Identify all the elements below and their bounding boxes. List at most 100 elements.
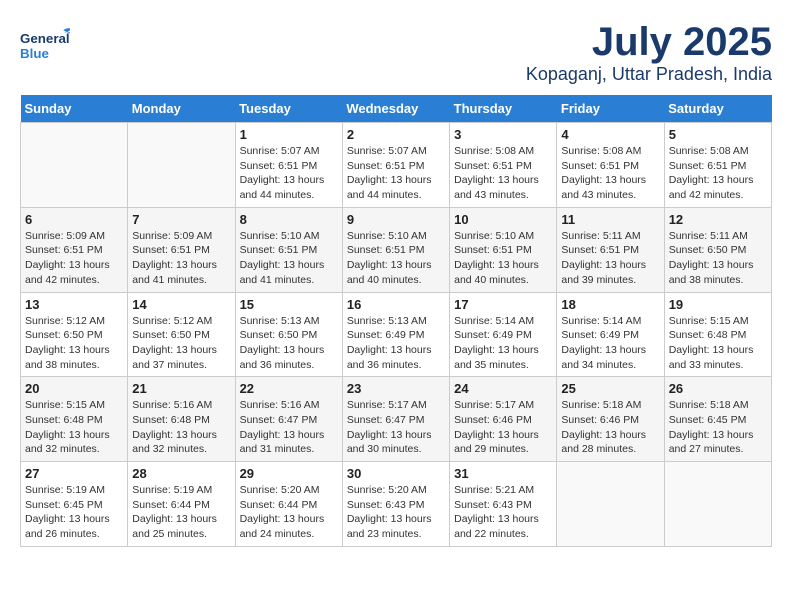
day-info: Sunrise: 5:18 AM Sunset: 6:46 PM Dayligh…	[561, 398, 659, 457]
calendar-week-row: 20 Sunrise: 5:15 AM Sunset: 6:48 PM Dayli…	[21, 377, 772, 462]
calendar-cell: 27Sunrise: 5:19 AM Sunset: 6:45 PM Dayli…	[21, 462, 128, 547]
day-number: 9	[347, 212, 445, 227]
day-info: Sunrise: 5:07 AM Sunset: 6:51 PM Dayligh…	[240, 144, 338, 203]
day-number: 16	[347, 297, 445, 312]
day-number: 7	[132, 212, 230, 227]
day-number: 15	[240, 297, 338, 312]
day-number: 6	[25, 212, 123, 227]
day-number: 25	[561, 381, 659, 396]
calendar-cell: 11 Sunrise: 5:11 AM Sunset: 6:51 PM Dayli…	[557, 207, 664, 292]
day-number: 2	[347, 127, 445, 142]
day-number: 26	[669, 381, 767, 396]
calendar-cell: 28 Sunrise: 5:19 AM Sunset: 6:44 PM Dayli…	[128, 462, 235, 547]
day-info: Sunrise: 5:20 AM Sunset: 6:44 PM Dayligh…	[240, 483, 338, 542]
title-block: July 2025 Kopaganj, Uttar Pradesh, India	[526, 20, 772, 85]
weekday-header: Wednesday	[342, 95, 449, 123]
day-number: 19	[669, 297, 767, 312]
day-number: 29	[240, 466, 338, 481]
day-info: Sunrise: 5:08 AM Sunset: 6:51 PM Dayligh…	[669, 144, 767, 203]
day-number: 22	[240, 381, 338, 396]
location-title: Kopaganj, Uttar Pradesh, India	[526, 64, 772, 85]
day-info: Sunrise: 5:15 AM Sunset: 6:48 PM Dayligh…	[25, 398, 123, 457]
day-number: 31	[454, 466, 552, 481]
day-info: Sunrise: 5:11 AM Sunset: 6:51 PM Dayligh…	[561, 229, 659, 288]
calendar-week-row: 13 Sunrise: 5:12 AM Sunset: 6:50 PM Dayli…	[21, 292, 772, 377]
day-number: 17	[454, 297, 552, 312]
calendar-cell: 15 Sunrise: 5:13 AM Sunset: 6:50 PM Dayli…	[235, 292, 342, 377]
day-number: 18	[561, 297, 659, 312]
day-number: 30	[347, 466, 445, 481]
day-number: 10	[454, 212, 552, 227]
day-number: 14	[132, 297, 230, 312]
day-number: 12	[669, 212, 767, 227]
page-header: General Blue July 2025 Kopaganj, Uttar P…	[20, 20, 772, 85]
calendar-cell: 25 Sunrise: 5:18 AM Sunset: 6:46 PM Dayli…	[557, 377, 664, 462]
weekday-header: Tuesday	[235, 95, 342, 123]
day-number: 28	[132, 466, 230, 481]
calendar-cell	[21, 123, 128, 208]
day-number: 20	[25, 381, 123, 396]
calendar-cell: 14 Sunrise: 5:12 AM Sunset: 6:50 PM Dayli…	[128, 292, 235, 377]
day-info: Sunrise: 5:10 AM Sunset: 6:51 PM Dayligh…	[240, 229, 338, 288]
day-number: 13	[25, 297, 123, 312]
calendar-cell: 9 Sunrise: 5:10 AM Sunset: 6:51 PM Daylig…	[342, 207, 449, 292]
day-number: 23	[347, 381, 445, 396]
calendar-cell: 24 Sunrise: 5:17 AM Sunset: 6:46 PM Dayli…	[450, 377, 557, 462]
day-info: Sunrise: 5:13 AM Sunset: 6:50 PM Dayligh…	[240, 314, 338, 373]
day-info: Sunrise: 5:17 AM Sunset: 6:46 PM Dayligh…	[454, 398, 552, 457]
month-title: July 2025	[526, 20, 772, 64]
day-info: Sunrise: 5:12 AM Sunset: 6:50 PM Dayligh…	[132, 314, 230, 373]
calendar-cell: 12 Sunrise: 5:11 AM Sunset: 6:50 PM Dayli…	[664, 207, 771, 292]
calendar-cell: 21 Sunrise: 5:16 AM Sunset: 6:48 PM Dayli…	[128, 377, 235, 462]
day-info: Sunrise: 5:20 AM Sunset: 6:43 PM Dayligh…	[347, 483, 445, 542]
calendar-cell: 18 Sunrise: 5:14 AM Sunset: 6:49 PM Dayli…	[557, 292, 664, 377]
day-info: Sunrise: 5:17 AM Sunset: 6:47 PM Dayligh…	[347, 398, 445, 457]
calendar-cell: 2Sunrise: 5:07 AM Sunset: 6:51 PM Daylig…	[342, 123, 449, 208]
day-number: 1	[240, 127, 338, 142]
calendar-cell: 8 Sunrise: 5:10 AM Sunset: 6:51 PM Daylig…	[235, 207, 342, 292]
day-number: 11	[561, 212, 659, 227]
calendar-cell: 19 Sunrise: 5:15 AM Sunset: 6:48 PM Dayli…	[664, 292, 771, 377]
calendar-cell	[128, 123, 235, 208]
day-number: 24	[454, 381, 552, 396]
day-info: Sunrise: 5:08 AM Sunset: 6:51 PM Dayligh…	[561, 144, 659, 203]
calendar-cell: 23 Sunrise: 5:17 AM Sunset: 6:47 PM Dayli…	[342, 377, 449, 462]
day-info: Sunrise: 5:21 AM Sunset: 6:43 PM Dayligh…	[454, 483, 552, 542]
weekday-header: Saturday	[664, 95, 771, 123]
day-info: Sunrise: 5:10 AM Sunset: 6:51 PM Dayligh…	[347, 229, 445, 288]
calendar-cell: 16 Sunrise: 5:13 AM Sunset: 6:49 PM Dayli…	[342, 292, 449, 377]
weekday-header: Friday	[557, 95, 664, 123]
day-number: 21	[132, 381, 230, 396]
day-info: Sunrise: 5:13 AM Sunset: 6:49 PM Dayligh…	[347, 314, 445, 373]
calendar-week-row: 27Sunrise: 5:19 AM Sunset: 6:45 PM Dayli…	[21, 462, 772, 547]
day-info: Sunrise: 5:14 AM Sunset: 6:49 PM Dayligh…	[454, 314, 552, 373]
day-info: Sunrise: 5:15 AM Sunset: 6:48 PM Dayligh…	[669, 314, 767, 373]
calendar-cell: 20 Sunrise: 5:15 AM Sunset: 6:48 PM Dayli…	[21, 377, 128, 462]
day-info: Sunrise: 5:16 AM Sunset: 6:47 PM Dayligh…	[240, 398, 338, 457]
day-info: Sunrise: 5:09 AM Sunset: 6:51 PM Dayligh…	[132, 229, 230, 288]
day-info: Sunrise: 5:16 AM Sunset: 6:48 PM Dayligh…	[132, 398, 230, 457]
calendar-week-row: 6 Sunrise: 5:09 AM Sunset: 6:51 PM Daylig…	[21, 207, 772, 292]
calendar-cell: 31 Sunrise: 5:21 AM Sunset: 6:43 PM Dayli…	[450, 462, 557, 547]
day-info: Sunrise: 5:18 AM Sunset: 6:45 PM Dayligh…	[669, 398, 767, 457]
day-number: 4	[561, 127, 659, 142]
weekday-header: Sunday	[21, 95, 128, 123]
calendar-cell: 26 Sunrise: 5:18 AM Sunset: 6:45 PM Dayli…	[664, 377, 771, 462]
day-info: Sunrise: 5:19 AM Sunset: 6:44 PM Dayligh…	[132, 483, 230, 542]
calendar-cell: 7 Sunrise: 5:09 AM Sunset: 6:51 PM Daylig…	[128, 207, 235, 292]
calendar-cell	[664, 462, 771, 547]
calendar-cell: 10Sunrise: 5:10 AM Sunset: 6:51 PM Dayli…	[450, 207, 557, 292]
calendar-cell: 3Sunrise: 5:08 AM Sunset: 6:51 PM Daylig…	[450, 123, 557, 208]
day-number: 8	[240, 212, 338, 227]
calendar-cell	[557, 462, 664, 547]
calendar-cell: 22 Sunrise: 5:16 AM Sunset: 6:47 PM Dayli…	[235, 377, 342, 462]
day-number: 5	[669, 127, 767, 142]
day-info: Sunrise: 5:11 AM Sunset: 6:50 PM Dayligh…	[669, 229, 767, 288]
day-info: Sunrise: 5:14 AM Sunset: 6:49 PM Dayligh…	[561, 314, 659, 373]
day-info: Sunrise: 5:12 AM Sunset: 6:50 PM Dayligh…	[25, 314, 123, 373]
day-info: Sunrise: 5:08 AM Sunset: 6:51 PM Dayligh…	[454, 144, 552, 203]
weekday-header: Thursday	[450, 95, 557, 123]
weekday-header: Monday	[128, 95, 235, 123]
calendar-cell: 30 Sunrise: 5:20 AM Sunset: 6:43 PM Dayli…	[342, 462, 449, 547]
svg-text:Blue: Blue	[20, 46, 49, 61]
